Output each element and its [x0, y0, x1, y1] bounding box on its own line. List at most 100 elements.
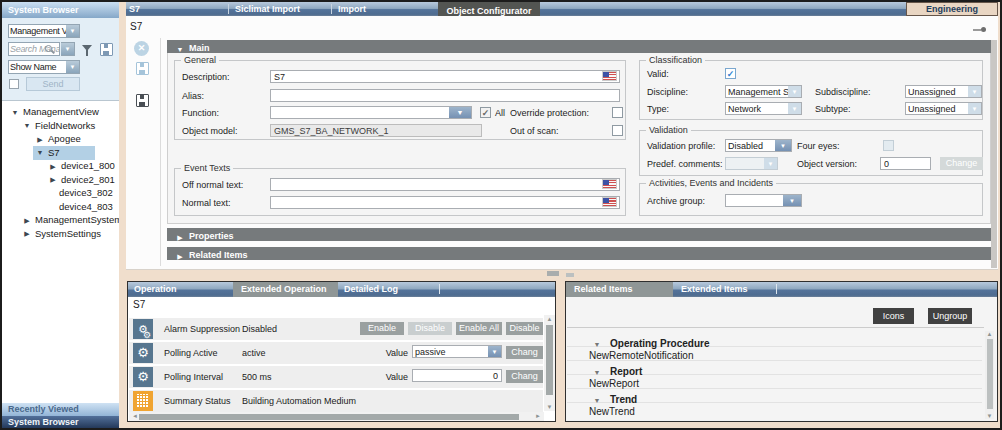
tab-extended-items[interactable]: Extended Items: [681, 282, 748, 297]
splitter-grip[interactable]: [547, 271, 559, 276]
close-icon[interactable]: ✕: [134, 41, 149, 56]
tab-engineering[interactable]: Engineering: [906, 2, 998, 16]
horizontal-scrollbar[interactable]: ◄ ►: [129, 412, 544, 421]
system-browser-bottom-bar[interactable]: System Browser: [2, 416, 119, 428]
function-dropdown[interactable]: ▼: [270, 106, 472, 119]
collapsed-icon[interactable]: ▶: [48, 160, 58, 174]
tree-item[interactable]: ▶Apogee: [2, 132, 119, 146]
subdiscipline-dropdown[interactable]: Unassigned▼: [905, 85, 982, 98]
expanded-icon[interactable]: ▼: [35, 146, 45, 160]
show-name-dropdown[interactable]: Show Name▼: [8, 60, 80, 74]
collapsed-icon: ▶: [175, 250, 185, 263]
language-flag-icon: [603, 198, 616, 206]
polling-active-icon: ⚙: [133, 343, 153, 363]
collapsed-icon[interactable]: ▶: [22, 214, 32, 228]
icons-button[interactable]: Icons: [873, 308, 914, 324]
expanded-icon[interactable]: ▼: [22, 119, 32, 133]
search-options-dropdown[interactable]: ▼: [61, 42, 75, 56]
enable-button[interactable]: Enable: [360, 322, 404, 335]
send-button[interactable]: Send: [26, 77, 80, 91]
chevron-down-icon[interactable]: ▼: [775, 140, 791, 151]
collapsed-icon[interactable]: ▶: [48, 173, 58, 187]
operation-row: Summary Status Building Automation Mediu…: [129, 390, 543, 412]
description-input[interactable]: [270, 70, 620, 83]
polling-interval-value-input[interactable]: [412, 369, 502, 382]
save-icon[interactable]: [136, 62, 149, 75]
chevron-down-icon[interactable]: ▼: [66, 25, 79, 37]
override-protection-checkbox[interactable]: [612, 107, 623, 118]
change-button[interactable]: Chang: [506, 346, 543, 359]
main-scrollbar[interactable]: [991, 40, 997, 268]
chevron-down-icon[interactable]: ▼: [449, 107, 471, 118]
archive-group-dropdown[interactable]: ▼: [725, 194, 802, 207]
out-of-scan-checkbox[interactable]: [612, 125, 623, 136]
divider: [567, 327, 984, 328]
validation-profile-dropdown[interactable]: Disabled▼: [725, 139, 792, 152]
language-flag-icon: [603, 72, 616, 80]
polling-active-value-dropdown[interactable]: passive▼: [412, 345, 502, 358]
tab-detailed-log[interactable]: Detailed Log: [344, 282, 398, 297]
divider: [160, 38, 161, 266]
tree-item[interactable]: ▼ManagementView: [2, 105, 119, 119]
type-dropdown[interactable]: Network▼: [725, 102, 802, 115]
polling-interval-icon: ⚙: [133, 367, 153, 387]
tab-extended-operation[interactable]: Extended Operation: [233, 282, 338, 297]
filter-icon[interactable]: [82, 45, 92, 51]
sidebar-splitter[interactable]: [119, 2, 126, 270]
related-item[interactable]: NewTrend: [589, 406, 635, 417]
tree-item-selected[interactable]: ▼S7: [2, 146, 119, 160]
expanded-icon[interactable]: ▼: [10, 106, 20, 120]
tab-siclimat-import[interactable]: Siclimat Import: [235, 2, 300, 16]
chevron-down-icon: ▼: [764, 158, 777, 169]
tab-separator: [776, 284, 777, 294]
view-selector-dropdown[interactable]: Management V▼: [8, 24, 80, 38]
alarm-suppression-icon: ⚙⚙: [133, 319, 153, 339]
tree-item[interactable]: ▶device2_801: [2, 173, 119, 187]
valid-checkbox[interactable]: ✓: [725, 68, 736, 79]
tree-item[interactable]: ▶SystemSettings: [2, 227, 119, 241]
all-checkbox[interactable]: ✓: [480, 107, 491, 118]
disable-button[interactable]: Disable: [408, 322, 452, 335]
object-version-input[interactable]: [880, 157, 931, 170]
chevron-down-icon[interactable]: ▼: [783, 195, 801, 206]
normal-text-input[interactable]: [270, 196, 620, 209]
related-item[interactable]: NewRemoteNotification: [589, 350, 694, 361]
main-section-header[interactable]: ▼Main: [167, 40, 991, 53]
collapsed-icon[interactable]: ▶: [35, 133, 45, 147]
recently-viewed-bar[interactable]: Recently Viewed: [2, 403, 119, 416]
send-checkbox[interactable]: [9, 79, 19, 89]
related-items-section-header[interactable]: ▶Related Items: [167, 247, 991, 260]
enable-all-button[interactable]: Enable All: [456, 322, 502, 335]
tab-import[interactable]: Import: [338, 2, 366, 16]
change-button[interactable]: Chang: [506, 370, 543, 383]
pin-icon[interactable]: [973, 27, 986, 32]
related-item[interactable]: NewReport: [589, 378, 639, 389]
save-search-icon[interactable]: [100, 43, 113, 56]
tree-item[interactable]: device3_802: [2, 186, 119, 200]
tab-s7[interactable]: S7: [129, 2, 140, 16]
save-as-icon[interactable]: [136, 94, 149, 107]
disable-all-button[interactable]: Disable: [506, 322, 543, 335]
chevron-down-icon[interactable]: ▼: [61, 43, 74, 55]
tree-item[interactable]: ▶ManagementSystem: [2, 213, 119, 227]
vertical-scrollbar[interactable]: ▲ ▼: [544, 315, 555, 411]
ungroup-button[interactable]: Ungroup: [928, 308, 972, 324]
tab-related-items[interactable]: Related Items: [566, 282, 673, 297]
tree-item[interactable]: ▼FieldNetworks: [2, 119, 119, 133]
tree-item[interactable]: device4_803: [2, 200, 119, 214]
splitter-grip[interactable]: [566, 273, 574, 277]
top-tab-bar: S7 Siclimat Import Import Object Configu…: [119, 2, 998, 16]
tree-item[interactable]: ▶device1_800: [2, 159, 119, 173]
discipline-dropdown[interactable]: Management Sys▼: [725, 85, 802, 98]
chevron-down-icon[interactable]: ▼: [488, 346, 501, 357]
tab-object-configurator[interactable]: Object Configurator: [438, 2, 540, 16]
properties-section-header[interactable]: ▶Properties: [167, 228, 991, 241]
subtype-dropdown[interactable]: Unassigned▼: [905, 102, 982, 115]
alias-input[interactable]: [270, 89, 620, 102]
off-normal-text-input[interactable]: [270, 178, 620, 191]
vertical-scrollbar[interactable]: ▲ ▼: [985, 331, 994, 419]
chevron-down-icon[interactable]: ▼: [66, 61, 79, 73]
change-button[interactable]: Change: [940, 157, 983, 170]
tab-operation[interactable]: Operation: [134, 282, 177, 297]
collapsed-icon[interactable]: ▶: [22, 227, 32, 241]
